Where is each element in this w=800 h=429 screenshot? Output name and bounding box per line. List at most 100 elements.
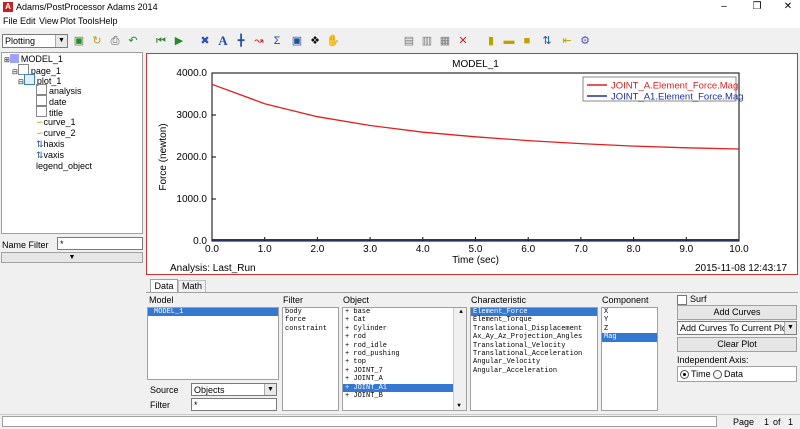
scroll-down-icon[interactable]: ▼	[454, 402, 464, 410]
filter-list[interactable]: body force constraint	[282, 307, 339, 411]
source-select[interactable]: Objects ▼	[191, 383, 277, 396]
list-item[interactable]: + JOINT_A	[343, 375, 466, 383]
mode-select[interactable]: Plotting ▼	[2, 34, 68, 48]
page-copy-icon[interactable]: ▦	[438, 34, 452, 48]
list-item[interactable]: Angular_Velocity	[471, 358, 597, 366]
tree-curve1-label: curve_1	[43, 117, 76, 127]
y-tick-label: 4000.0	[176, 68, 207, 79]
object-list-scrollbar[interactable]: ▲ ▼	[453, 308, 466, 410]
list-item[interactable]: + top	[343, 358, 466, 366]
characteristic-list[interactable]: Element_Force Element_Torque Translation…	[470, 307, 598, 411]
tree-curve2-label: curve_2	[43, 128, 76, 138]
list-item[interactable]: MODEL_1	[148, 308, 278, 317]
page-next-icon[interactable]: ▥	[420, 34, 434, 48]
fit-icon[interactable]: ❖	[308, 34, 322, 48]
curve-edit-icon[interactable]: ↝	[252, 34, 266, 48]
arrange-icon[interactable]: ⇅	[540, 34, 554, 48]
y-tick-label: 1000.0	[176, 194, 207, 205]
list-item[interactable]: force	[283, 316, 338, 324]
list-item[interactable]: Ax_Ay_Az_Projection_Angles	[471, 333, 597, 341]
layout-3-icon[interactable]: ■	[520, 34, 534, 48]
minimize-icon[interactable]: –	[712, 0, 736, 14]
page-icon[interactable]: ▤	[402, 34, 416, 48]
menu-help[interactable]: Help	[99, 16, 118, 26]
menu-tools[interactable]: Tools	[78, 16, 99, 26]
close-icon[interactable]: ✕	[776, 0, 800, 14]
list-item[interactable]: Translational_Velocity	[471, 342, 597, 350]
list-item[interactable]: constraint	[283, 325, 338, 333]
new-plot-icon[interactable]: ▣	[72, 34, 86, 48]
name-filter-dropdown-button[interactable]: ▼	[1, 252, 143, 263]
list-item[interactable]: + Cat	[343, 316, 466, 324]
menu-edit[interactable]: Edit	[20, 16, 36, 26]
list-item[interactable]: body	[283, 308, 338, 316]
undo-icon[interactable]: ↶	[126, 34, 140, 48]
layout-2-icon[interactable]: ▬	[502, 34, 516, 48]
list-item[interactable]: + rod_idle	[343, 342, 466, 350]
list-item[interactable]: Angular_Acceleration	[471, 367, 597, 375]
print-icon[interactable]: ⎙	[108, 34, 122, 48]
menu-plot[interactable]: Plot	[60, 16, 76, 26]
name-filter-input[interactable]: *	[57, 237, 143, 250]
list-item[interactable]: + JOINT_B	[343, 392, 466, 400]
list-item[interactable]: + JOINT_7	[343, 367, 466, 375]
object-list[interactable]: + base + Cat + Cylinder + rod + rod_idle…	[342, 307, 467, 411]
list-item[interactable]: Y	[602, 316, 657, 324]
tab-data[interactable]: Data	[150, 279, 178, 293]
filter-input[interactable]: *	[191, 398, 277, 411]
tree-item-curve2[interactable]: ∽curve_2	[36, 128, 76, 139]
zoom-box-icon[interactable]: ▣	[290, 34, 304, 48]
add-mode-value: Add Curves To Current Plot	[680, 323, 790, 333]
list-item[interactable]: Translational_Displacement	[471, 325, 597, 333]
pan-icon[interactable]: ✋	[326, 34, 340, 48]
add-mode-select[interactable]: Add Curves To Current Plot ▼	[677, 321, 797, 335]
list-item[interactable]: + rod_pushing	[343, 350, 466, 358]
component-list[interactable]: X Y Z Mag	[601, 307, 658, 411]
clear-plot-button[interactable]: Clear Plot	[677, 337, 797, 352]
x-tick-label: 0.0	[205, 244, 219, 255]
list-item[interactable]: Mag	[602, 333, 657, 342]
tree-item-haxis[interactable]: ⇅haxis	[36, 139, 65, 150]
list-item[interactable]: Z	[602, 325, 657, 333]
rewind-icon[interactable]: ⏮	[154, 34, 168, 48]
export-icon[interactable]: ⇤	[560, 34, 574, 48]
settings-icon[interactable]: ⚙	[578, 34, 592, 48]
list-item[interactable]: X	[602, 308, 657, 316]
surf-checkbox[interactable]	[677, 295, 687, 305]
delete-page-icon[interactable]: ✕	[456, 34, 470, 48]
text-icon[interactable]: A	[216, 34, 230, 48]
name-filter-value: *	[60, 239, 64, 249]
curve-icon: ∽	[36, 128, 44, 138]
list-item[interactable]: Translational_Acceleration	[471, 350, 597, 358]
text-doc-icon	[36, 106, 47, 117]
axis-icon[interactable]: ╋	[234, 34, 248, 48]
tree-item-curve1[interactable]: ∽curve_1	[36, 117, 76, 128]
object-header: Object	[343, 295, 370, 305]
tools-icon[interactable]: ✖	[198, 34, 212, 48]
time-radio[interactable]	[680, 370, 689, 379]
data-radio[interactable]	[713, 370, 722, 379]
plot-svg: MODEL_1 0.0 1.0 2.0 3.0 4.0 5.0 6.0 7.0 8.0 9.0 10.…	[158, 59, 749, 266]
tree-item-vaxis[interactable]: ⇅vaxis	[36, 150, 64, 161]
list-item[interactable]: Element_Torque	[471, 316, 597, 324]
list-item[interactable]: + base	[343, 308, 466, 316]
menu-view[interactable]: View	[39, 16, 58, 26]
sum-icon[interactable]: Σ	[270, 34, 284, 48]
menu-file[interactable]: File	[3, 16, 18, 26]
model-list[interactable]: MODEL_1	[147, 307, 279, 380]
play-icon[interactable]: ▶	[172, 34, 186, 48]
list-item[interactable]: + JOINT_A1	[343, 383, 466, 393]
scroll-up-icon[interactable]: ▲	[456, 308, 466, 316]
list-item[interactable]: Element_Force	[471, 308, 597, 317]
tree-item-model[interactable]: ⊞ MODEL_1	[4, 54, 63, 64]
x-tick-label: 6.0	[521, 244, 535, 255]
list-item[interactable]: + Cylinder	[343, 325, 466, 333]
open-icon[interactable]: ↻	[90, 34, 104, 48]
page-label: Page	[733, 417, 755, 427]
list-item[interactable]: + rod	[343, 333, 466, 341]
layout-1-icon[interactable]: ▮	[484, 34, 498, 48]
component-header: Component	[602, 295, 649, 305]
tree-item-legend[interactable]: legend_object	[36, 161, 92, 171]
restore-icon[interactable]: ❐	[745, 0, 769, 14]
add-curves-button[interactable]: Add Curves	[677, 305, 797, 320]
